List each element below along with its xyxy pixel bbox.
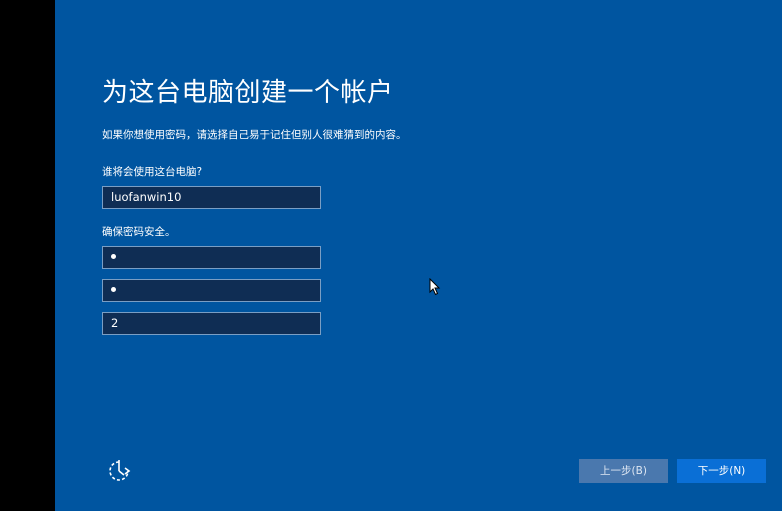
password-dot — [111, 287, 116, 292]
password-hint-value: 2 — [111, 316, 119, 330]
username-value: luofanwin10 — [111, 190, 182, 204]
password-label: 确保密码安全。 — [102, 226, 176, 238]
confirm-password-input[interactable] — [102, 279, 321, 302]
password-hint-input[interactable]: 2 — [102, 312, 321, 335]
screen: 为这台电脑创建一个帐户 如果你想使用密码，请选择自己易于记住但别人很难猜到的内容… — [0, 0, 782, 511]
setup-panel: 为这台电脑创建一个帐户 如果你想使用密码，请选择自己易于记住但别人很难猜到的内容… — [55, 0, 782, 511]
next-button[interactable]: 下一步(N) — [677, 459, 766, 483]
password-mask — [111, 250, 116, 264]
password-dot — [111, 254, 116, 259]
ease-of-access-icon[interactable] — [106, 458, 132, 484]
username-label: 谁将会使用这台电脑? — [102, 166, 203, 178]
page-title: 为这台电脑创建一个帐户 — [102, 78, 394, 108]
username-input[interactable]: luofanwin10 — [102, 186, 321, 209]
back-button[interactable]: 上一步(B) — [579, 459, 668, 483]
confirm-password-mask — [111, 283, 116, 297]
page-subtitle: 如果你想使用密码，请选择自己易于记住但别人很难猜到的内容。 — [102, 129, 407, 141]
password-input[interactable] — [102, 246, 321, 269]
left-black-bar — [0, 0, 55, 511]
mouse-cursor-icon — [429, 277, 441, 296]
